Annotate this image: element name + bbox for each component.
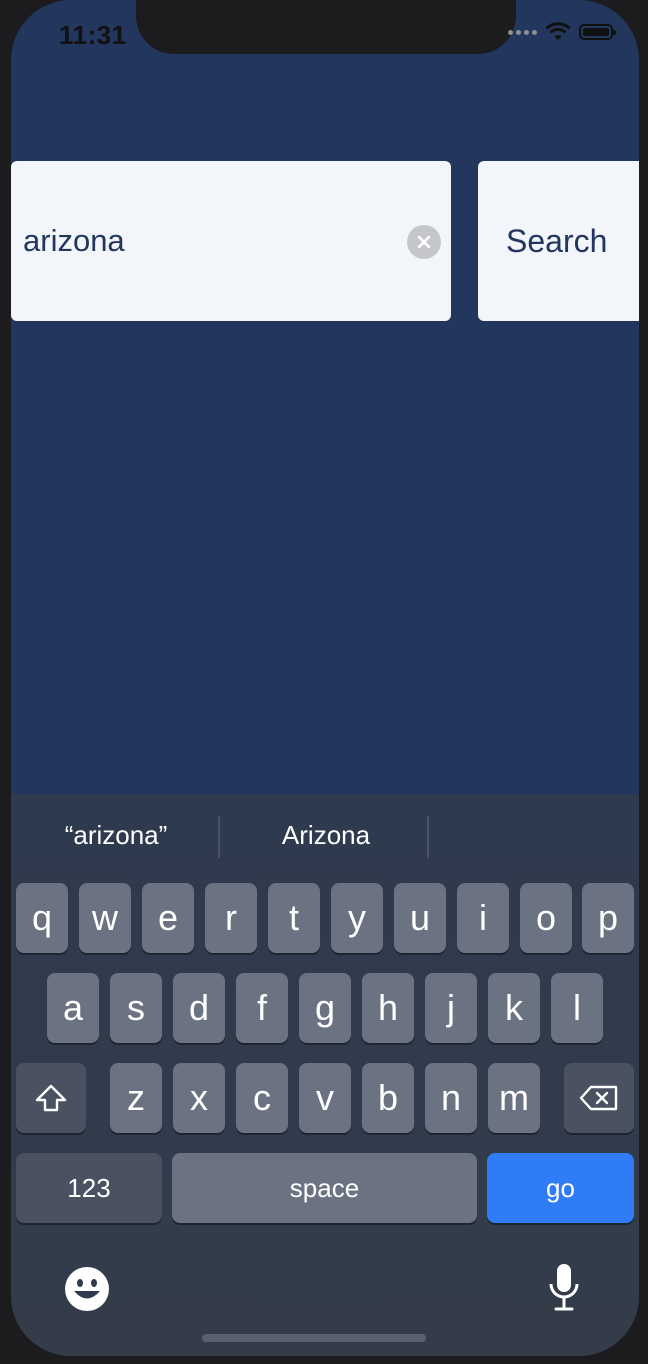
key-e[interactable]: e: [142, 883, 194, 953]
clear-icon[interactable]: [407, 225, 441, 259]
key-f[interactable]: f: [236, 973, 288, 1043]
key-p[interactable]: p: [582, 883, 634, 953]
key-q[interactable]: q: [16, 883, 68, 953]
home-indicator: [202, 1334, 426, 1342]
key-b[interactable]: b: [362, 1063, 414, 1133]
search-button[interactable]: Search: [478, 161, 639, 321]
space-key[interactable]: space: [172, 1153, 477, 1223]
backspace-icon: [579, 1085, 618, 1111]
key-r[interactable]: r: [205, 883, 257, 953]
go-key[interactable]: go: [487, 1153, 634, 1223]
emoji-icon[interactable]: [64, 1266, 110, 1317]
key-n[interactable]: n: [425, 1063, 477, 1133]
backspace-key[interactable]: [564, 1063, 634, 1133]
numbers-key[interactable]: 123: [16, 1153, 162, 1223]
status-time: 11:31: [59, 20, 127, 50]
key-i[interactable]: i: [457, 883, 509, 953]
suggestion-quoted[interactable]: “arizona”: [31, 820, 201, 851]
suggestion-capitalized[interactable]: Arizona: [241, 820, 411, 851]
key-v[interactable]: v: [299, 1063, 351, 1133]
key-c[interactable]: c: [236, 1063, 288, 1133]
key-z[interactable]: z: [110, 1063, 162, 1133]
keyboard: “arizona” Arizona q w e r t y u i o p a …: [11, 794, 639, 1356]
key-h[interactable]: h: [362, 973, 414, 1043]
key-y[interactable]: y: [331, 883, 383, 953]
search-input[interactable]: arizona: [11, 161, 451, 321]
key-w[interactable]: w: [79, 883, 131, 953]
key-j[interactable]: j: [425, 973, 477, 1043]
notch: [136, 0, 516, 54]
key-d[interactable]: d: [173, 973, 225, 1043]
search-button-label: Search: [506, 222, 608, 259]
key-l[interactable]: l: [551, 973, 603, 1043]
key-g[interactable]: g: [299, 973, 351, 1043]
key-t[interactable]: t: [268, 883, 320, 953]
phone-screen: 11:31 arizona Search “arizona” Arizona q…: [11, 0, 639, 1356]
suggestion-bar: “arizona” Arizona: [11, 794, 639, 880]
signal-dots: [508, 29, 537, 35]
shift-key[interactable]: [16, 1063, 86, 1133]
key-a[interactable]: a: [47, 973, 99, 1043]
wifi-icon: [545, 22, 571, 40]
status-right: [508, 22, 616, 42]
battery-icon: [579, 24, 616, 40]
key-k[interactable]: k: [488, 973, 540, 1043]
key-u[interactable]: u: [394, 883, 446, 953]
shift-icon: [35, 1084, 67, 1112]
search-input-value: arizona: [23, 223, 125, 258]
key-o[interactable]: o: [520, 883, 572, 953]
key-x[interactable]: x: [173, 1063, 225, 1133]
key-m[interactable]: m: [488, 1063, 540, 1133]
key-s[interactable]: s: [110, 973, 162, 1043]
microphone-icon[interactable]: [548, 1262, 580, 1319]
